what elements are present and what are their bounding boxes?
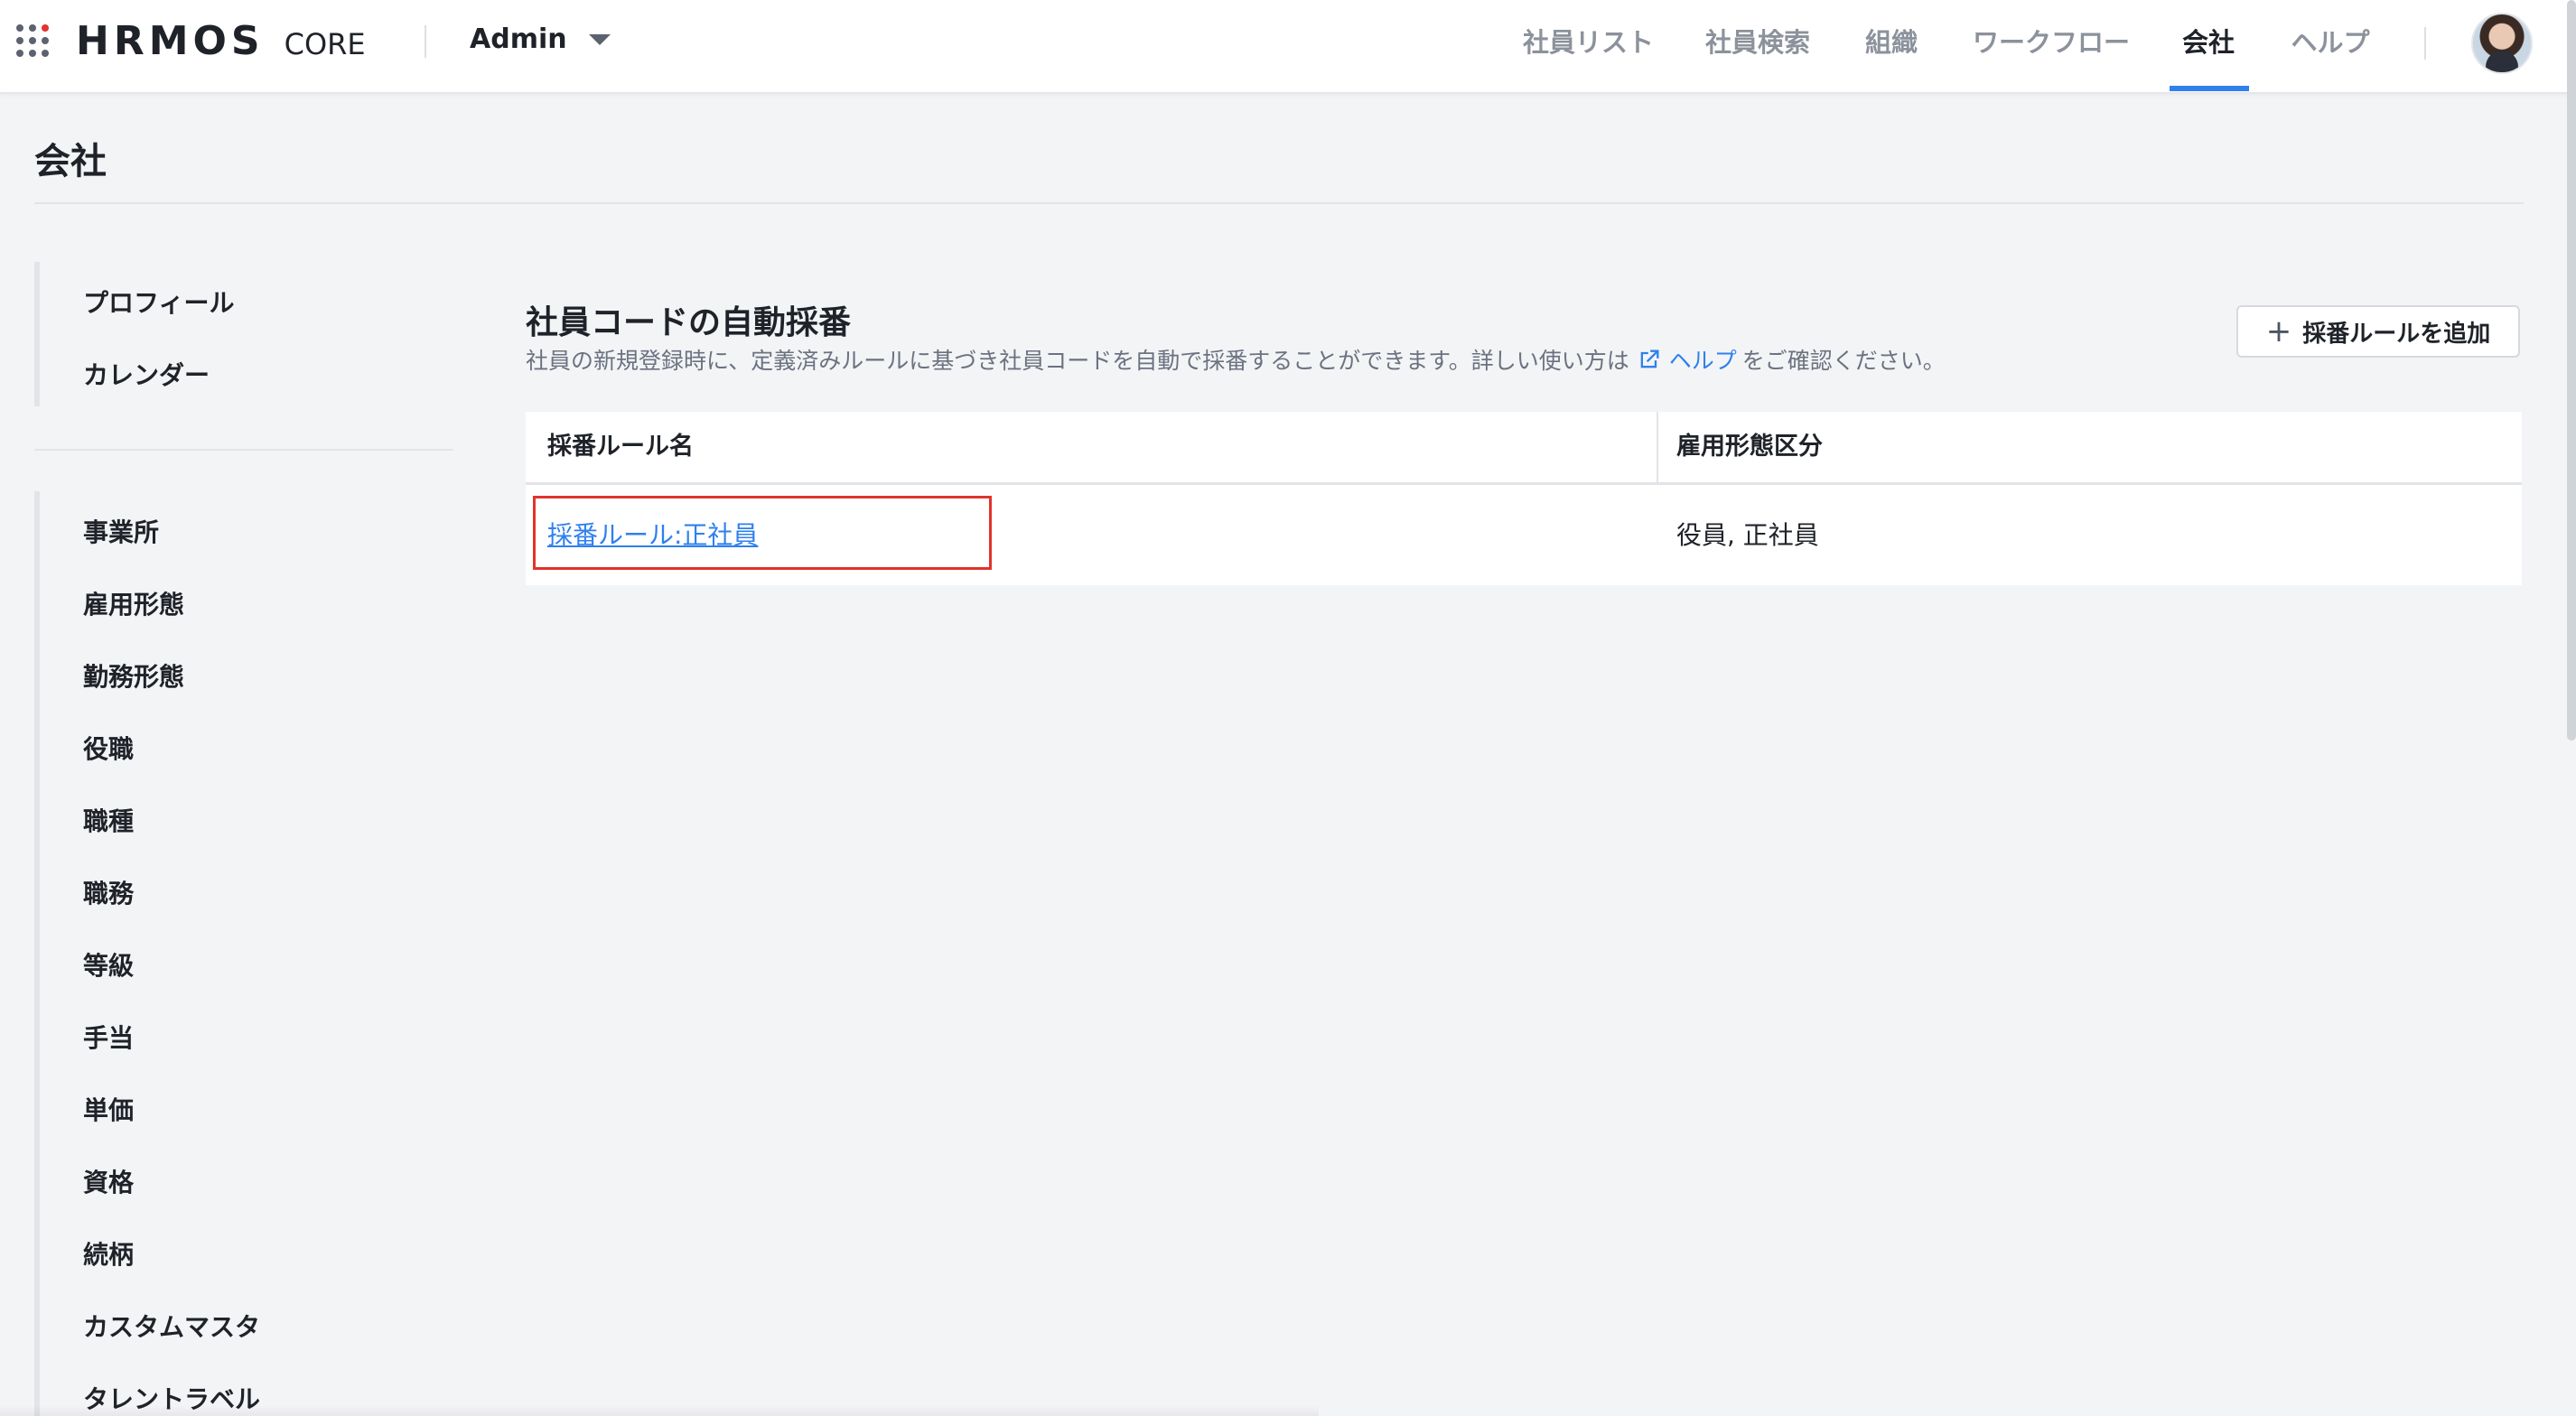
header-divider-right	[2424, 27, 2426, 60]
page-title-divider	[34, 202, 2524, 204]
sidebar-item-job-duty[interactable]: 職務	[83, 874, 134, 910]
tenant-label: Admin	[470, 23, 567, 55]
sidebar-divider	[34, 449, 453, 451]
bottom-edge-shadow	[0, 1405, 1319, 1416]
section-description: 社員の新規登録時に、定義済みルールに基づき社員コードを自動で採番することができま…	[526, 343, 1946, 376]
app-switcher-grid-icon[interactable]	[16, 24, 52, 61]
sidebar-item-job-type[interactable]: 職種	[83, 802, 134, 838]
add-numbering-rule-button[interactable]: + 採番ルールを追加	[2236, 305, 2520, 358]
column-header-rule-name: 採番ルール名	[547, 433, 694, 461]
sidebar-item-work-style[interactable]: 勤務形態	[83, 657, 184, 694]
numbering-rules-table: 採番ルール名 雇用形態区分 採番ルール:正社員 役員, 正社員	[526, 412, 2522, 585]
sidebar-item-position[interactable]: 役職	[83, 730, 134, 766]
nav-company[interactable]: 会社	[2180, 0, 2236, 88]
description-prefix: 社員の新規登録時に、定義済みルールに基づき社員コードを自動で採番することができま…	[526, 348, 1629, 374]
sidebar-item-custom-master[interactable]: カスタムマスタ	[83, 1308, 260, 1344]
external-link-icon	[1640, 349, 1659, 368]
nav-employee-list[interactable]: 社員リスト	[1523, 0, 1654, 88]
page-scrollbar[interactable]	[2567, 0, 2576, 741]
sidebar-item-unit-price[interactable]: 単価	[83, 1091, 134, 1127]
nav-workflow[interactable]: ワークフロー	[1973, 0, 2130, 88]
plus-icon: +	[2265, 313, 2292, 349]
chevron-down-icon	[588, 33, 611, 45]
sidebar-item-profile[interactable]: プロフィール	[83, 284, 234, 320]
header-divider	[425, 25, 426, 58]
help-link[interactable]: ヘルプ	[1637, 343, 1737, 376]
sidebar-item-grade[interactable]: 等級	[83, 946, 134, 983]
sidebar-item-office[interactable]: 事業所	[83, 513, 159, 549]
section-title: 社員コードの自動採番	[526, 304, 852, 341]
nav-employee-search[interactable]: 社員検索	[1705, 0, 1810, 88]
user-avatar[interactable]	[2471, 13, 2533, 74]
avatar-silhouette	[2486, 51, 2518, 72]
description-suffix: をご確認ください。	[1741, 348, 1946, 374]
column-header-employment-type: 雇用形態区分	[1676, 433, 1823, 461]
sidebar-group-profile: プロフィール カレンダー	[34, 262, 459, 406]
help-link-label: ヘルプ	[1668, 348, 1737, 374]
column-divider	[1657, 412, 1658, 482]
tenant-switcher[interactable]: Admin	[470, 23, 611, 55]
sidebar-item-employment-type[interactable]: 雇用形態	[83, 585, 184, 621]
sidebar-item-relationship[interactable]: 続柄	[83, 1235, 134, 1272]
top-navigation-bar: HRMOS CORE Admin 社員リスト 社員検索 組織 ワークフロー 会社…	[0, 0, 2576, 94]
product-name: CORE	[284, 27, 366, 61]
sidebar-group-masters: 事業所 雇用形態 勤務形態 役職 職種 職務 等級 手当 単価 資格 続柄 カス…	[34, 491, 459, 1416]
employment-types-cell: 役員, 正社員	[1676, 520, 1819, 550]
active-tab-indicator	[2170, 86, 2249, 91]
logo-wordmark: HRMOS	[76, 18, 265, 64]
table-header: 採番ルール名 雇用形態区分	[526, 412, 2522, 485]
nav-help[interactable]: ヘルプ	[2291, 0, 2370, 88]
add-button-label: 採番ルールを追加	[2302, 320, 2491, 348]
rule-name-link[interactable]: 採番ルール:正社員	[547, 485, 758, 585]
sidebar-item-qualification[interactable]: 資格	[83, 1163, 134, 1199]
sidebar-item-allowance[interactable]: 手当	[83, 1019, 134, 1055]
hrmos-logo[interactable]: HRMOS CORE	[76, 18, 366, 69]
nav-organization[interactable]: 組織	[1864, 0, 1918, 88]
page-title: 会社	[34, 141, 107, 182]
sidebar-item-calendar[interactable]: カレンダー	[83, 356, 210, 392]
table-row: 採番ルール:正社員 役員, 正社員	[526, 485, 2522, 585]
